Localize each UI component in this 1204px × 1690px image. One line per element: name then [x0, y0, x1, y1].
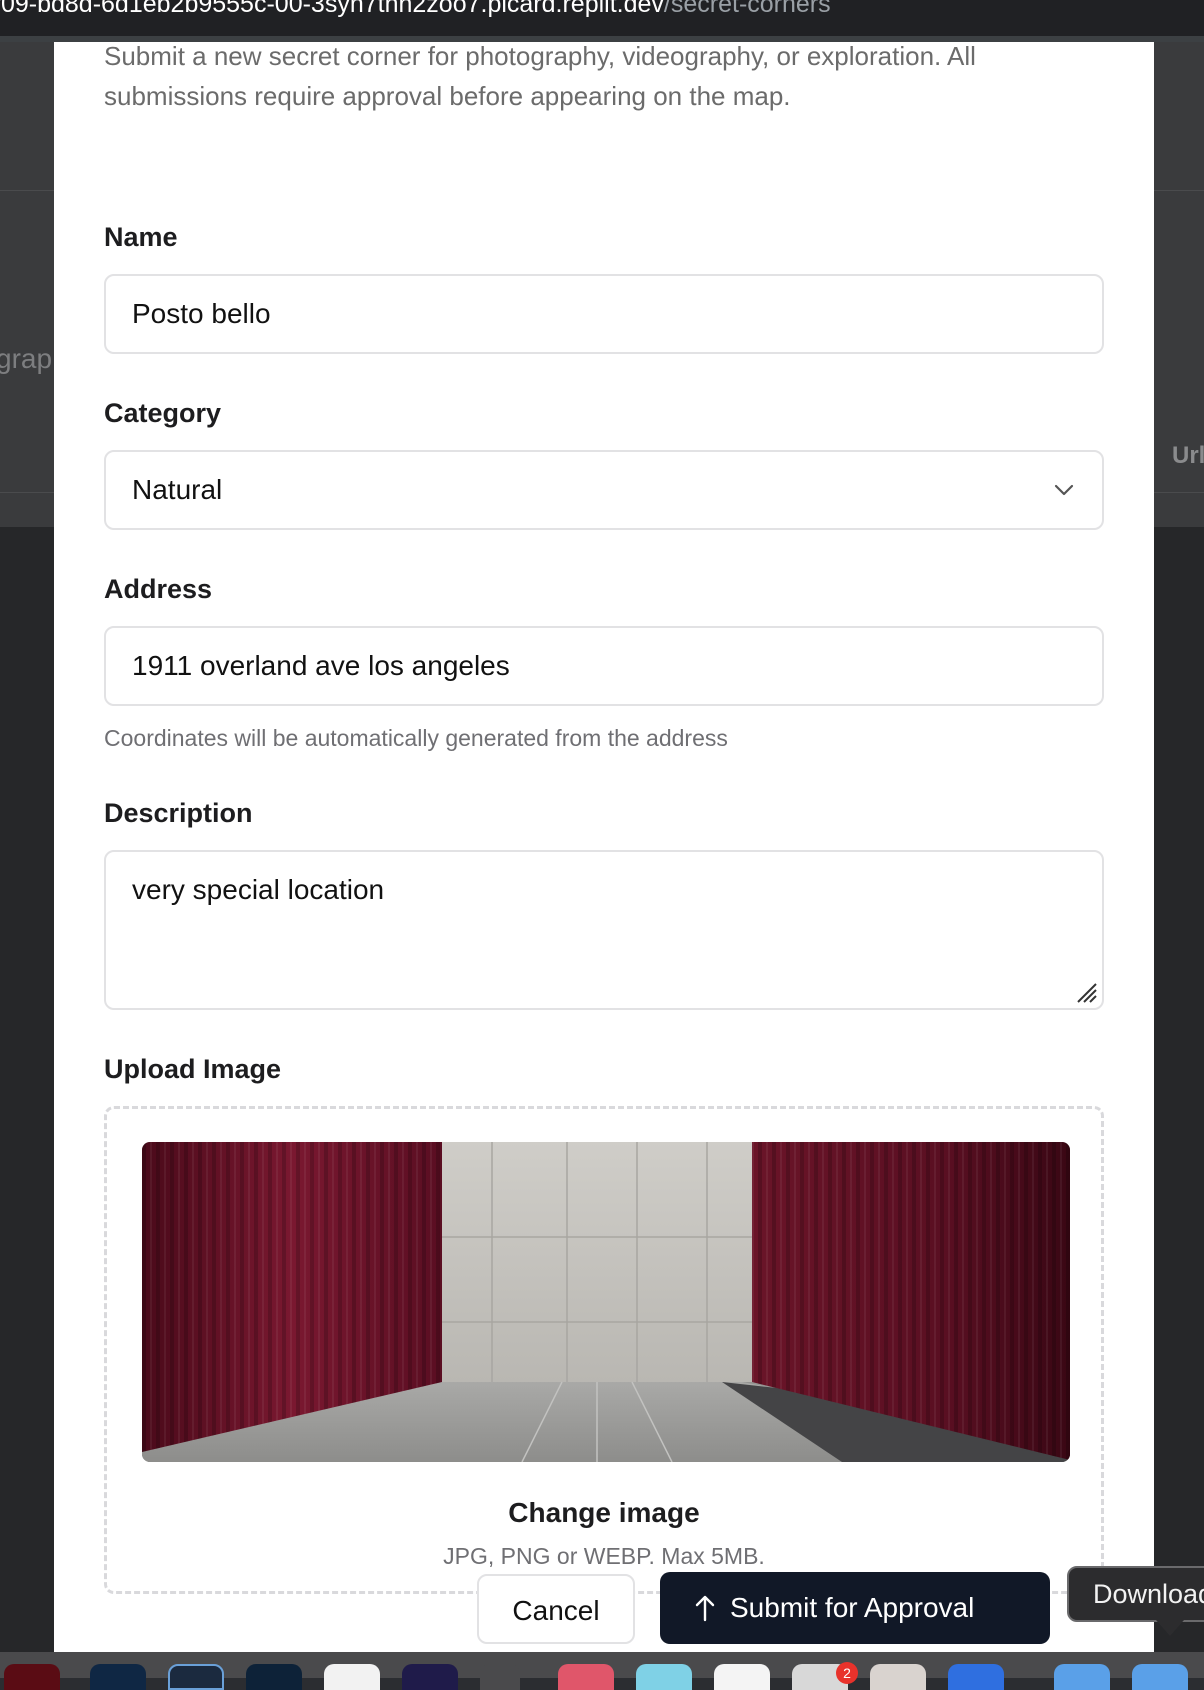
uploaded-image-preview [142, 1142, 1070, 1462]
dock-app-icon[interactable] [948, 1664, 1004, 1690]
dock-app-icon[interactable] [480, 1664, 520, 1690]
tooltip-tail [1156, 1620, 1184, 1636]
cancel-button[interactable]: Cancel [477, 1574, 635, 1644]
address-hint: Coordinates will be automatically genera… [104, 725, 728, 751]
url-path: /secret-corners [663, 0, 831, 18]
dock [0, 1652, 1204, 1690]
browser-url-bar[interactable]: f09-bd8d-6d1eb2b9555c-00-3syn7thn2zoo7.p… [0, 0, 1204, 38]
name-input[interactable]: Posto bello [104, 274, 1104, 354]
dock-notification-badge: 2 [836, 1662, 858, 1684]
submit-corner-dialog: Submit a new secret corner for photograp… [54, 41, 1154, 1654]
background-tab-text: grap [0, 343, 53, 374]
category-label: Category [104, 398, 222, 428]
dock-app-icon[interactable] [714, 1664, 770, 1690]
dock-app-icon[interactable] [324, 1664, 380, 1690]
resize-handle-icon[interactable] [1072, 978, 1098, 1004]
url-host: f09-bd8d-6d1eb2b9555c-00-3syn7thn2zoo7.p… [0, 0, 664, 18]
change-image-button[interactable]: Change image [107, 1497, 1101, 1529]
description-text: very special location [132, 874, 385, 905]
upload-label: Upload Image [104, 1054, 282, 1084]
dock-app-icon[interactable] [246, 1664, 302, 1690]
dock-app-icon[interactable] [4, 1664, 60, 1690]
dock-app-icon[interactable] [168, 1664, 224, 1690]
description-label: Description [104, 798, 253, 828]
dock-app-icon[interactable] [558, 1664, 614, 1690]
upload-format-hint: JPG, PNG or WEBP. Max 5MB. [443, 1543, 765, 1569]
background-filter-text: Url [1172, 442, 1204, 469]
dock-app-icon[interactable] [870, 1664, 926, 1690]
category-select[interactable]: Natural [104, 450, 1104, 530]
upload-arrow-icon [695, 1595, 715, 1622]
dock-app-icon[interactable] [402, 1664, 458, 1690]
address-label: Address [104, 574, 213, 604]
chevron-down-icon [1054, 484, 1074, 496]
image-dropzone[interactable]: Change image JPG, PNG or WEBP. Max 5MB. [104, 1106, 1104, 1594]
category-selected-value: Natural [132, 474, 223, 505]
submit-label: Submit for Approval [730, 1592, 975, 1623]
description-textarea[interactable]: very special location [104, 850, 1104, 1010]
dock-app-icon[interactable] [90, 1664, 146, 1690]
name-label: Name [104, 222, 178, 252]
submit-for-approval-button[interactable]: Submit for Approval [660, 1572, 1050, 1644]
dialog-description: Submit a new secret corner for photograp… [104, 41, 976, 111]
stage-curtains-image [142, 1142, 1070, 1462]
dock-folder-icon[interactable] [1054, 1664, 1110, 1690]
dock-folder-icon[interactable] [1132, 1664, 1188, 1690]
download-tooltip: Download [1067, 1566, 1204, 1622]
dock-app-icon[interactable] [636, 1664, 692, 1690]
address-input[interactable]: 1911 overland ave los angeles [104, 626, 1104, 706]
